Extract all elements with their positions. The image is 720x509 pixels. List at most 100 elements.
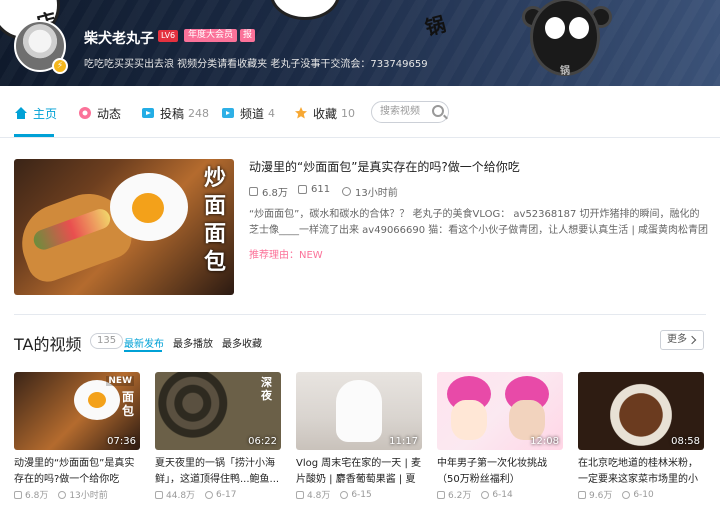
video-title[interactable]: Vlog 周末宅在家的一天 | 麦片酸奶 | 麝香葡萄果酱 | 夏天 | <box>296 456 422 488</box>
tab-label: 主页 <box>33 106 58 121</box>
home-icon <box>14 106 28 120</box>
video-plays: 4.8万 <box>296 488 330 501</box>
video-title[interactable]: 动漫里的“炒面面包”是真实存在的吗?做一个给你吃 <box>14 456 140 488</box>
clock-icon <box>481 490 490 499</box>
tab-favorites[interactable]: 收藏 10 <box>294 103 355 123</box>
video-meta: 9.6万 6-10 <box>578 488 704 501</box>
banner-glyph: 锅 <box>560 66 570 77</box>
egg-illustration <box>74 380 120 420</box>
section-count: 135 <box>90 333 124 349</box>
vip-badge[interactable]: 年度大会员 <box>184 29 238 42</box>
search-icon[interactable] <box>432 105 444 117</box>
section-divider <box>14 314 706 315</box>
profile-nav: 主页 动态 投稿 248 频道 4 收藏 10 <box>0 86 720 138</box>
tab-count: 248 <box>188 106 210 120</box>
active-tab-indicator <box>14 134 54 137</box>
video-plays: 6.2万 <box>437 488 471 501</box>
character-illustration <box>509 400 545 440</box>
video-meta: 4.8万 6-15 <box>296 488 422 501</box>
clock-icon <box>622 490 631 499</box>
play-icon <box>14 490 22 499</box>
featured-plays: 6.8万 <box>249 184 288 199</box>
video-plays: 44.8万 <box>155 488 195 501</box>
video-time: 6-15 <box>340 488 372 501</box>
video-time: 6-14 <box>481 488 513 501</box>
featured-comments: 611 <box>298 184 330 195</box>
tab-label: 收藏 <box>313 106 338 121</box>
play-icon <box>437 490 445 499</box>
sort-most-favorited[interactable]: 最多收藏 <box>222 335 262 350</box>
character-illustration <box>451 400 487 440</box>
featured-description: “炒面面包”，碳水和碳水的合体？？ 老丸子的美食VLOG： av52368187… <box>249 209 709 236</box>
clock-icon <box>342 187 351 196</box>
play-icon <box>296 490 304 499</box>
featured-cover-text: 炒面面包 <box>204 166 227 275</box>
tab-home[interactable]: 主页 <box>14 103 57 123</box>
sort-most-played[interactable]: 最多播放 <box>173 335 213 350</box>
play-icon <box>155 490 163 499</box>
video-title[interactable]: 中年男子第一次化妆挑战（50万粉丝福利） <box>437 456 563 488</box>
video-card[interactable]: 深夜 06:22 夏天夜里的一锅「捞汁小海鲜」，这道顶得住鸭...鲍鱼... 4… <box>155 372 281 502</box>
video-icon <box>141 106 155 120</box>
more-button[interactable]: 更多 <box>660 330 704 350</box>
tab-dynamic[interactable]: 动态 <box>78 103 121 123</box>
new-badge: NEW <box>106 376 134 386</box>
banner-cartoon-eye <box>545 17 565 39</box>
video-card[interactable]: 11:17 Vlog 周末宅在家的一天 | 麦片酸奶 | 麝香葡萄果酱 | 夏天… <box>296 372 422 502</box>
play-icon <box>249 187 258 196</box>
profile-banner: 店 锅 锅 ⚡ 柴犬老丸子 LV6 年度大会员 报 吃吃吃买买买出去浪 视频分类… <box>0 0 720 86</box>
video-plays: 9.6万 <box>578 488 612 501</box>
video-duration: 12:08 <box>530 436 559 447</box>
section-title: TA的视频 <box>14 335 82 354</box>
plays-count: 6.8万 <box>262 188 288 199</box>
video-thumbnail[interactable]: NEW 面包 07:36 <box>14 372 140 450</box>
video-time: 13小时前 <box>58 488 108 501</box>
egg-illustration <box>110 173 188 241</box>
tab-count: 10 <box>341 106 356 120</box>
clock-icon <box>205 490 214 499</box>
video-title[interactable]: 夏天夜里的一锅「捞汁小海鲜」，这道顶得住鸭...鲍鱼... <box>155 456 281 488</box>
video-card[interactable]: NEW 面包 07:36 动漫里的“炒面面包”是真实存在的吗?做一个给你吃 6.… <box>14 372 140 502</box>
tab-submissions[interactable]: 投稿 248 <box>141 103 209 123</box>
video-thumbnail[interactable]: 12:08 <box>437 372 563 450</box>
video-thumbnail[interactable]: 深夜 06:22 <box>155 372 281 450</box>
tab-count: 4 <box>268 106 276 120</box>
channel-icon <box>221 106 235 120</box>
thumbnail-text: 深夜 <box>261 376 272 402</box>
clock-icon <box>58 490 67 499</box>
featured-cover[interactable]: 炒面面包 <box>14 159 234 295</box>
featured-title[interactable]: 动漫里的“炒面面包”是真实存在的吗?做一个给你吃 <box>249 158 520 175</box>
comment-icon <box>298 185 307 194</box>
tab-channels[interactable]: 频道 4 <box>221 103 275 123</box>
signature: 吃吃吃买买买出去浪 视频分类请看收藏夹 老丸子没事干交流会：733749659 <box>84 59 428 70</box>
tab-label: 频道 <box>240 106 265 121</box>
tab-label: 投稿 <box>160 106 185 121</box>
tab-label: 动态 <box>97 106 122 121</box>
video-thumbnail[interactable]: 08:58 <box>578 372 704 450</box>
video-meta: 6.8万 13小时前 <box>14 488 140 501</box>
video-duration: 08:58 <box>671 436 700 447</box>
video-duration: 07:36 <box>107 436 136 447</box>
video-title[interactable]: 在北京吃地道的桂林米粉，一定要来这家菜市场里的小破店 <box>578 456 704 488</box>
play-icon <box>578 490 586 499</box>
video-meta: 44.8万 6-17 <box>155 488 281 501</box>
video-meta: 6.2万 6-14 <box>437 488 563 501</box>
upload-time: 13小时前 <box>355 188 398 199</box>
active-sort-indicator <box>124 350 162 352</box>
featured-reason: 推荐理由：NEW <box>249 250 323 261</box>
username: 柴犬老丸子 <box>84 31 154 47</box>
sort-newest[interactable]: 最新发布 <box>124 335 164 350</box>
video-time: 6-10 <box>622 488 654 501</box>
video-card[interactable]: 12:08 中年男子第一次化妆挑战（50万粉丝福利） 6.2万 6-14 <box>437 372 563 502</box>
star-icon <box>294 106 308 120</box>
level-badge: LV6 <box>158 30 179 42</box>
clock-icon <box>340 490 349 499</box>
report-badge[interactable]: 报 <box>240 29 256 42</box>
video-card[interactable]: 08:58 在北京吃地道的桂林米粉，一定要来这家菜市场里的小破店 9.6万 6-… <box>578 372 704 502</box>
banner-cartoon-eye <box>569 17 589 39</box>
video-thumbnail[interactable]: 11:17 <box>296 372 422 450</box>
video-duration: 11:17 <box>389 436 418 447</box>
comments-count: 611 <box>311 184 331 195</box>
flower-icon <box>78 106 92 120</box>
featured-time: 13小时前 <box>342 184 398 199</box>
